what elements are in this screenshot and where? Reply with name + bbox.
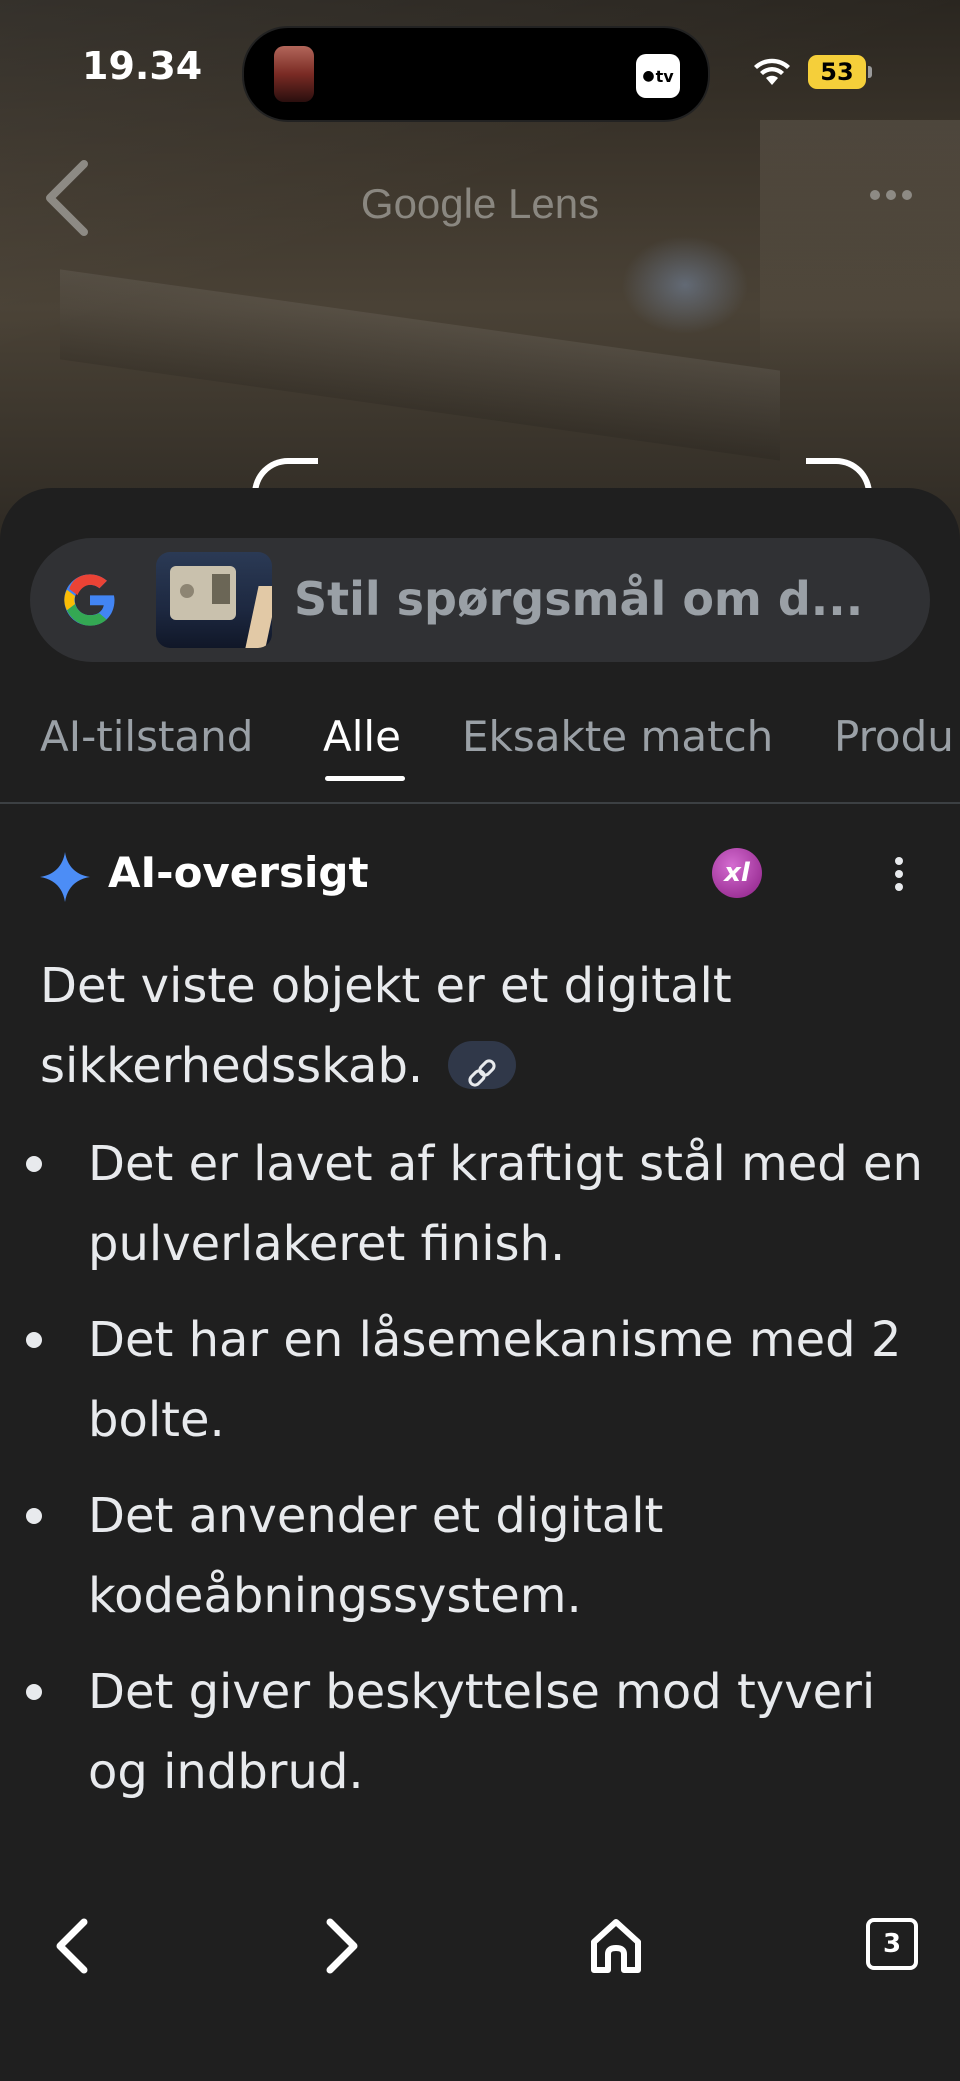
- bullet-item: Det giver beskyttelse mod tyveri og indb…: [88, 1664, 876, 1800]
- tab-exact-matches[interactable]: Eksakte match: [462, 712, 773, 761]
- active-tab-indicator: [325, 776, 405, 781]
- bottom-navigation-bar: [0, 1900, 960, 2081]
- source-link-chip[interactable]: [448, 1041, 517, 1089]
- gemini-sparkle-icon: [40, 852, 90, 902]
- bullet-dot: [26, 1332, 42, 1348]
- safe-knob: [180, 584, 194, 598]
- battery-indicator: 53: [808, 55, 866, 89]
- tab-all[interactable]: Alle: [323, 712, 401, 761]
- query-image-thumbnail[interactable]: [156, 552, 272, 648]
- apple-logo-icon: ●: [642, 68, 655, 84]
- apple-tv-icon: ● tv: [636, 54, 680, 98]
- search-input[interactable]: Stil spørgsmål om d...: [294, 572, 863, 626]
- browser-back-icon[interactable]: [48, 1916, 96, 1976]
- safe-image: [170, 566, 236, 620]
- link-icon: [468, 1059, 497, 1087]
- ai-overview-title: AI-oversigt: [108, 848, 369, 897]
- tab-ai-mode[interactable]: AI-tilstand: [40, 712, 253, 761]
- ai-summary-text: Det viste objekt er et digitalt sikkerhe…: [40, 958, 732, 1094]
- google-g-icon: [64, 574, 115, 626]
- more-options-icon[interactable]: [868, 188, 914, 202]
- browser-forward-icon[interactable]: [318, 1916, 366, 1976]
- home-icon[interactable]: [588, 1916, 644, 1976]
- bullet-dot: [26, 1508, 42, 1524]
- safe-keypad: [212, 574, 230, 604]
- tab-products[interactable]: Produ: [834, 712, 954, 761]
- dynamic-island[interactable]: ● tv: [242, 26, 710, 122]
- wifi-icon: [754, 58, 790, 85]
- bullet-item: Det anvender et digitalt kodeåbningssyst…: [88, 1488, 664, 1624]
- bullet-item: Det er lavet af kraftigt stål med en pul…: [88, 1136, 923, 1272]
- open-tabs-button[interactable]: 3: [866, 1918, 918, 1970]
- now-playing-thumbnail: [274, 46, 314, 102]
- battery-nub: [868, 66, 872, 78]
- ai-summary: Det viste objekt er et digitalt sikkerhe…: [40, 946, 920, 1106]
- tv-label: tv: [655, 66, 674, 86]
- google-lens-title: Google Lens: [360, 180, 600, 227]
- bullet-item: Det har en låsemekanisme med 2 bolte.: [88, 1312, 902, 1448]
- thumbnail-edge: [245, 586, 272, 648]
- ai-overview-menu-icon[interactable]: [892, 856, 906, 892]
- bullet-dot: [26, 1156, 42, 1172]
- source-avatar-xl[interactable]: xl: [712, 848, 762, 898]
- status-time: 19.34: [82, 44, 203, 88]
- photo-wall: [760, 120, 960, 380]
- bullet-dot: [26, 1684, 42, 1700]
